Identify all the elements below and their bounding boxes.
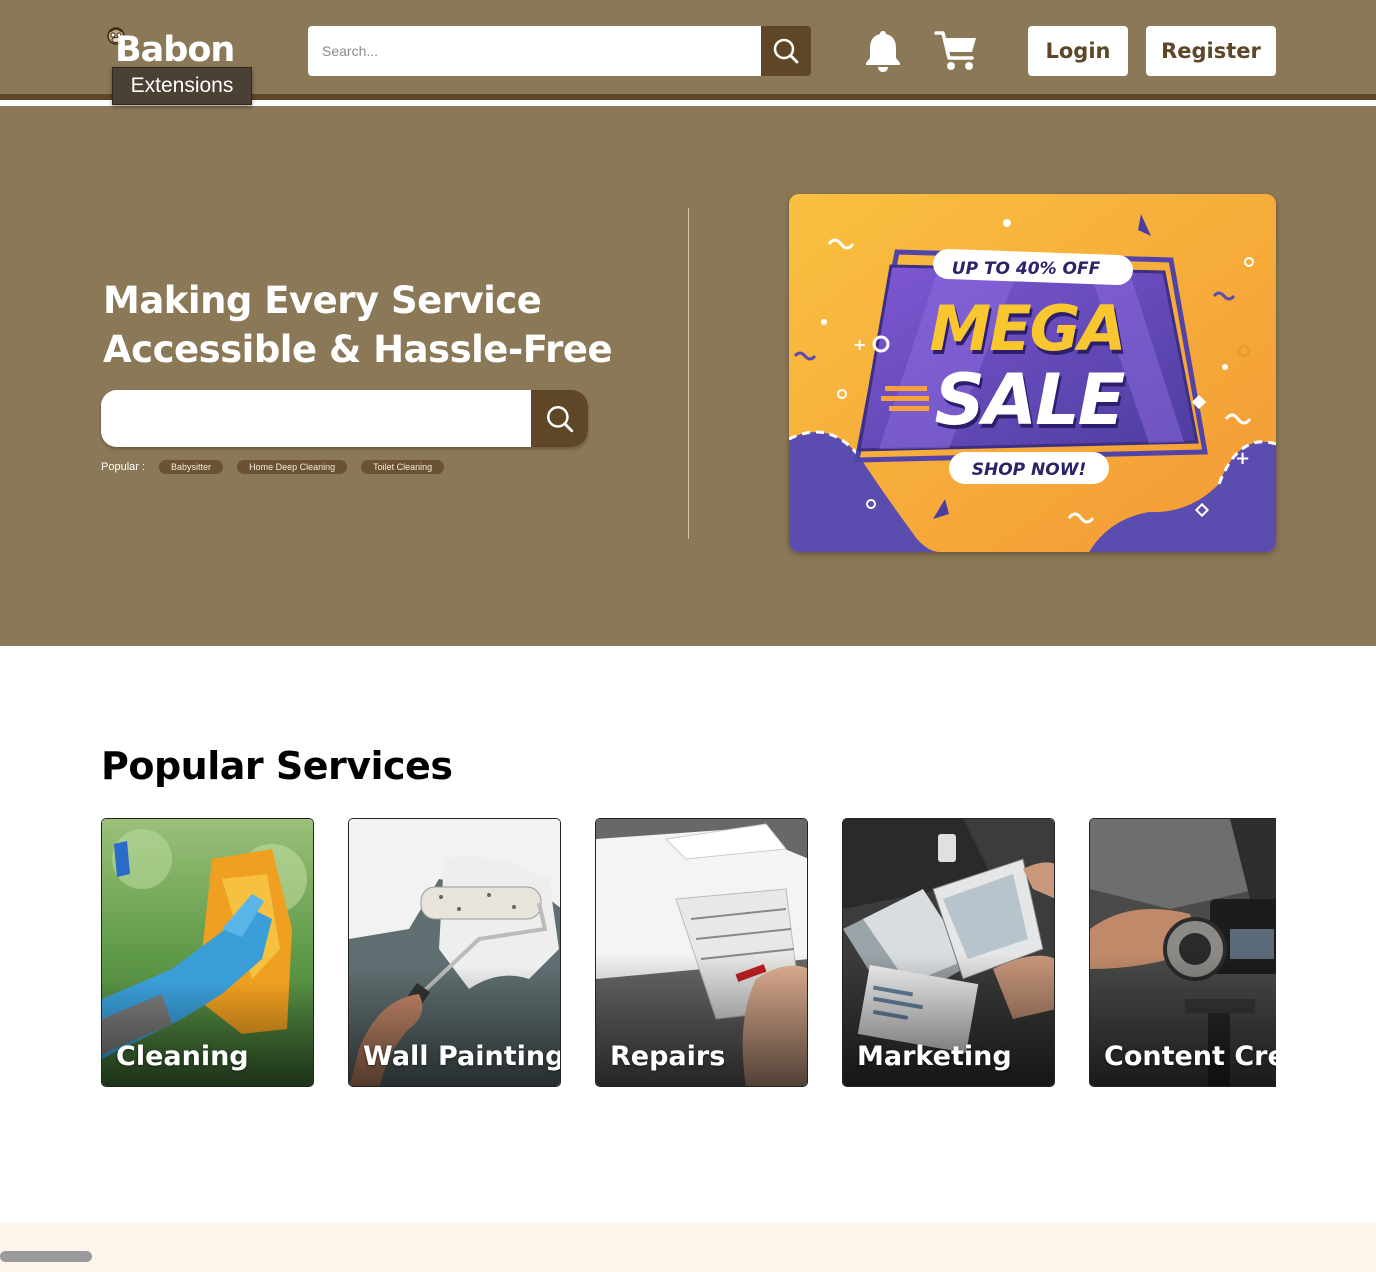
service-card-repairs[interactable]: Repairs bbox=[595, 818, 808, 1087]
popular-services-title: Popular Services bbox=[101, 744, 453, 788]
brand-name: Babon bbox=[115, 30, 235, 70]
hero-title: Making Every Service Accessible & Hassle… bbox=[103, 276, 663, 374]
hero-title-line-2: Accessible & Hassle-Free bbox=[103, 328, 613, 371]
svg-text:+: + bbox=[1235, 448, 1250, 469]
popular-tag[interactable]: Home Deep Cleaning bbox=[237, 460, 348, 474]
popular-searches: Popular : Babysitter Home Deep Cleaning … bbox=[101, 460, 445, 474]
promo-sale-text: SALE bbox=[934, 359, 1124, 441]
hero-title-line-1: Making Every Service bbox=[103, 279, 542, 322]
promo-illustration: UP TO 40% OFF MEGA MEGA SALE SALE SHOP N… bbox=[789, 194, 1276, 552]
extensions-tooltip: Extensions bbox=[112, 67, 252, 105]
login-button[interactable]: Login bbox=[1028, 26, 1128, 76]
hero-search bbox=[101, 390, 588, 447]
popular-tag[interactable]: Babysitter bbox=[159, 460, 224, 474]
svg-text:+: + bbox=[853, 335, 866, 354]
cart-icon[interactable] bbox=[934, 28, 980, 74]
hero-search-input[interactable] bbox=[101, 390, 531, 447]
service-card-wall-painting[interactable]: Wall Painting bbox=[348, 818, 561, 1087]
service-label: Marketing bbox=[857, 1041, 1012, 1072]
popular-label: Popular : bbox=[101, 461, 146, 473]
service-label: Cleaning bbox=[116, 1041, 249, 1072]
service-label: Wall Painting bbox=[363, 1041, 561, 1072]
promo-mega-text: MEGA bbox=[930, 292, 1125, 365]
search-icon bbox=[546, 405, 573, 432]
search-button[interactable] bbox=[761, 26, 811, 76]
hero-divider bbox=[688, 208, 689, 539]
mega-sale-banner[interactable]: UP TO 40% OFF MEGA MEGA SALE SALE SHOP N… bbox=[789, 194, 1276, 552]
register-button[interactable]: Register bbox=[1146, 26, 1276, 76]
horizontal-scrollbar-thumb[interactable] bbox=[0, 1251, 92, 1262]
services-carousel: Cleaning Wall Painting Repairs Marketing… bbox=[101, 818, 1276, 1088]
bell-icon[interactable] bbox=[862, 28, 904, 74]
service-card-marketing[interactable]: Marketing bbox=[842, 818, 1055, 1087]
hero-section: Making Every Service Accessible & Hassle… bbox=[0, 106, 1376, 646]
header-search bbox=[308, 26, 811, 76]
service-card-content-creation[interactable]: Content Cre bbox=[1089, 818, 1276, 1087]
popular-tag[interactable]: Toilet Cleaning bbox=[361, 460, 445, 474]
promo-shop-now[interactable]: SHOP NOW! bbox=[972, 460, 1086, 480]
service-label: Content Cre bbox=[1104, 1041, 1276, 1072]
service-label: Repairs bbox=[610, 1041, 726, 1072]
search-icon bbox=[773, 38, 799, 64]
footer-strip bbox=[0, 1223, 1376, 1272]
search-input[interactable] bbox=[308, 26, 761, 76]
service-card-cleaning[interactable]: Cleaning bbox=[101, 818, 314, 1087]
hero-search-button[interactable] bbox=[531, 390, 588, 447]
promo-discount-text: UP TO 40% OFF bbox=[952, 259, 1101, 279]
